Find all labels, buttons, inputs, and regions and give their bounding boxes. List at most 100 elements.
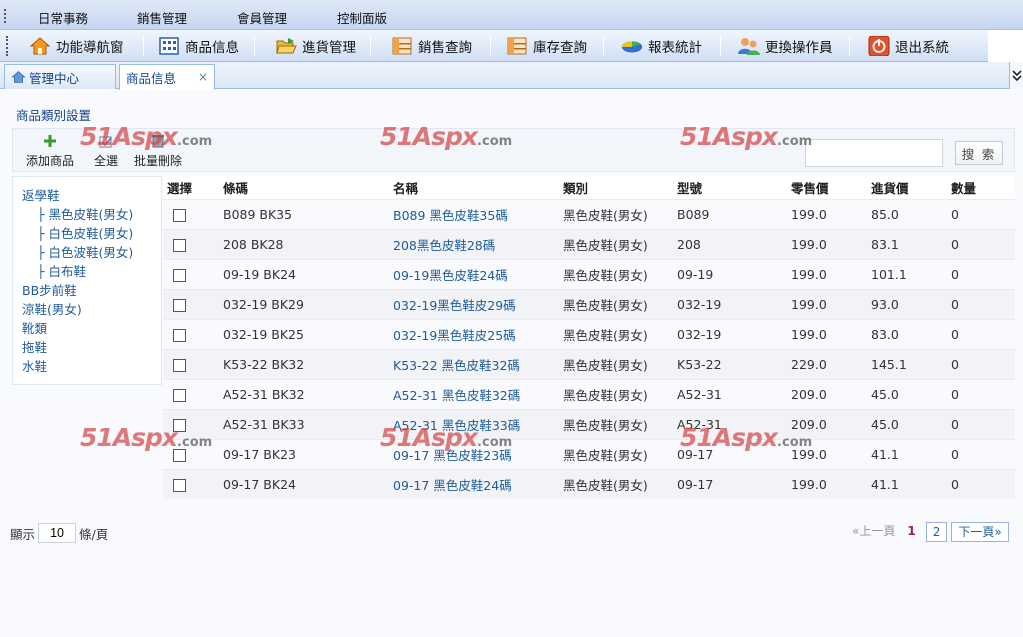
toolbar-nav-label: 功能導航窗 bbox=[56, 40, 124, 56]
menu-bar: 日常事務 銷售管理 會員管理 控制面版 bbox=[0, 0, 1023, 30]
menu-item-sales[interactable]: 銷售管理 bbox=[137, 8, 187, 27]
menu-item-control-panel[interactable]: 控制面版 bbox=[337, 8, 387, 27]
tab-product-info-label: 商品信息 bbox=[126, 71, 177, 86]
category-cell: 黑色皮鞋(男女) bbox=[559, 288, 673, 319]
toolbar-exit-button[interactable]: 退出系統 bbox=[867, 33, 949, 59]
select-all-button[interactable]: 全選 bbox=[90, 133, 122, 169]
column-header: 零售價 bbox=[787, 176, 867, 199]
tree-node[interactable]: ├ 白布鞋 bbox=[13, 262, 161, 281]
name-cell[interactable]: 032-19黑色鞋皮25碼 bbox=[389, 318, 559, 349]
quantity-cell: 0 bbox=[947, 288, 1015, 319]
column-header: 型號 bbox=[673, 176, 787, 199]
name-cell[interactable]: A52-31 黑色皮鞋32碼 bbox=[389, 378, 559, 409]
column-header: 選擇 bbox=[163, 176, 219, 199]
row-checkbox[interactable] bbox=[173, 268, 186, 282]
name-cell[interactable]: 09-17 黑色皮鞋24碼 bbox=[389, 468, 559, 499]
quantity-cell: 0 bbox=[947, 408, 1015, 439]
model-cell: 09-17 bbox=[673, 438, 787, 469]
name-cell[interactable]: 208黑色皮鞋28碼 bbox=[389, 228, 559, 259]
toolbar-nav-button[interactable]: 功能導航窗 bbox=[28, 33, 124, 59]
name-cell[interactable]: 032-19黑色鞋皮29碼 bbox=[389, 288, 559, 319]
tree-node[interactable]: ├ 白色波鞋(男女) bbox=[13, 243, 161, 262]
add-product-label: 添加商品 bbox=[25, 154, 74, 168]
row-checkbox[interactable] bbox=[173, 448, 186, 462]
tab-admin-center[interactable]: 管理中心 bbox=[4, 64, 116, 89]
tree-node[interactable]: 水鞋 bbox=[13, 357, 161, 376]
category-cell: 黑色皮鞋(男女) bbox=[559, 258, 673, 289]
row-checkbox[interactable] bbox=[173, 418, 186, 432]
toolbar-purchase-button[interactable]: 進貨管理 bbox=[274, 33, 356, 59]
category-cell: 黑色皮鞋(男女) bbox=[559, 348, 673, 379]
quantity-cell: 0 bbox=[947, 348, 1015, 379]
toolbar-inventory-button[interactable]: 庫存查詢 bbox=[505, 33, 587, 59]
chevron-double-down-icon[interactable] bbox=[1009, 62, 1023, 89]
row-checkbox[interactable] bbox=[173, 478, 186, 492]
table-row: 032-19 BK29 032-19黑色鞋皮29碼 黑色皮鞋(男女) 032-19 19… bbox=[163, 288, 1015, 319]
name-cell[interactable]: 09-17 黑色皮鞋23碼 bbox=[389, 438, 559, 469]
cost-price-cell: 45.0 bbox=[867, 378, 947, 409]
page-size-prefix: 顯示 bbox=[10, 526, 36, 542]
model-cell: A52-31 bbox=[673, 408, 787, 439]
cost-price-cell: 85.0 bbox=[867, 198, 947, 229]
inventory-icon bbox=[505, 35, 529, 57]
add-product-button[interactable]: 添加商品 bbox=[25, 133, 75, 169]
quantity-cell: 0 bbox=[947, 468, 1015, 499]
row-select-cell bbox=[163, 468, 219, 499]
retail-price-cell: 199.0 bbox=[787, 258, 867, 289]
menu-item-members[interactable]: 會員管理 bbox=[237, 8, 287, 27]
toolbar-switch-operator-label: 更換操作員 bbox=[765, 40, 833, 56]
tree-node[interactable]: ├ 白色皮鞋(男女) bbox=[13, 224, 161, 243]
tree-node[interactable]: 返學鞋 bbox=[13, 186, 161, 205]
next-page-button[interactable]: 下一頁» bbox=[951, 522, 1009, 542]
name-cell[interactable]: B089 黑色皮鞋35碼 bbox=[389, 198, 559, 229]
tree-node[interactable]: ├ 黑色皮鞋(男女) bbox=[13, 205, 161, 224]
table-row: 032-19 BK25 032-19黑色鞋皮25碼 黑色皮鞋(男女) 032-19 19… bbox=[163, 318, 1015, 349]
tab-product-info[interactable]: 商品信息 × bbox=[119, 64, 215, 90]
retail-price-cell: 199.0 bbox=[787, 198, 867, 229]
row-checkbox[interactable] bbox=[173, 358, 186, 372]
category-tree: 返學鞋 ├ 黑色皮鞋(男女) ├ 白色皮鞋(男女) ├ 白色波鞋(男女) ├ 白… bbox=[12, 176, 162, 385]
name-cell[interactable]: K53-22 黑色皮鞋32碼 bbox=[389, 348, 559, 379]
page-number[interactable]: 2 bbox=[925, 522, 948, 542]
menu-item-daily[interactable]: 日常事務 bbox=[38, 8, 88, 27]
cost-price-cell: 45.0 bbox=[867, 408, 947, 439]
tree-node[interactable]: BB步前鞋 bbox=[13, 281, 161, 300]
grid-icon bbox=[157, 35, 181, 57]
tab-bar: 管理中心 商品信息 × bbox=[0, 62, 1023, 90]
row-checkbox[interactable] bbox=[173, 298, 186, 312]
retail-price-cell: 199.0 bbox=[787, 288, 867, 319]
toolbar-switch-operator-button[interactable]: 更換操作員 bbox=[737, 33, 833, 59]
table-row: 208 BK28 208黑色皮鞋28碼 黑色皮鞋(男女) 208 199.0 83.1 0 bbox=[163, 228, 1015, 259]
page-size-input[interactable] bbox=[38, 523, 77, 543]
pagination: «上一頁 1 2 下一頁» bbox=[846, 522, 1009, 542]
toolbar-exit-label: 退出系統 bbox=[895, 40, 949, 56]
row-select-cell bbox=[163, 318, 219, 349]
row-checkbox[interactable] bbox=[173, 238, 186, 252]
users-icon bbox=[737, 35, 761, 57]
search-input[interactable] bbox=[805, 139, 943, 167]
category-cell: 黑色皮鞋(男女) bbox=[559, 228, 673, 259]
page-number-current[interactable]: 1 bbox=[901, 522, 921, 542]
toolbar-sales-query-button[interactable]: 銷售查詢 bbox=[390, 33, 472, 59]
search-button[interactable]: 搜 索 bbox=[955, 141, 1003, 165]
row-checkbox[interactable] bbox=[173, 328, 186, 342]
model-cell: 208 bbox=[673, 228, 787, 259]
tree-node[interactable]: 靴類 bbox=[13, 319, 161, 338]
row-select-cell bbox=[163, 438, 219, 469]
name-cell[interactable]: A52-31 黑色皮鞋33碼 bbox=[389, 408, 559, 439]
barcode-cell: 09-17 BK23 bbox=[219, 438, 389, 469]
toolbar-separator bbox=[254, 36, 255, 56]
row-select-cell bbox=[163, 288, 219, 319]
name-cell[interactable]: 09-19黑色皮鞋24碼 bbox=[389, 258, 559, 289]
tree-node[interactable]: 涼鞋(男女) bbox=[13, 300, 161, 319]
row-checkbox[interactable] bbox=[173, 208, 186, 222]
row-select-cell bbox=[163, 258, 219, 289]
batch-delete-button[interactable]: 批量刪除 bbox=[133, 133, 183, 169]
tree-node[interactable]: 拖鞋 bbox=[13, 338, 161, 357]
select-all-icon bbox=[90, 133, 122, 149]
toolbar-product-button[interactable]: 商品信息 bbox=[157, 33, 239, 59]
prev-page-button[interactable]: «上一頁 bbox=[846, 522, 901, 542]
toolbar-report-button[interactable]: 報表統計 bbox=[620, 33, 702, 59]
close-icon[interactable]: × bbox=[198, 70, 208, 84]
row-checkbox[interactable] bbox=[173, 388, 186, 402]
